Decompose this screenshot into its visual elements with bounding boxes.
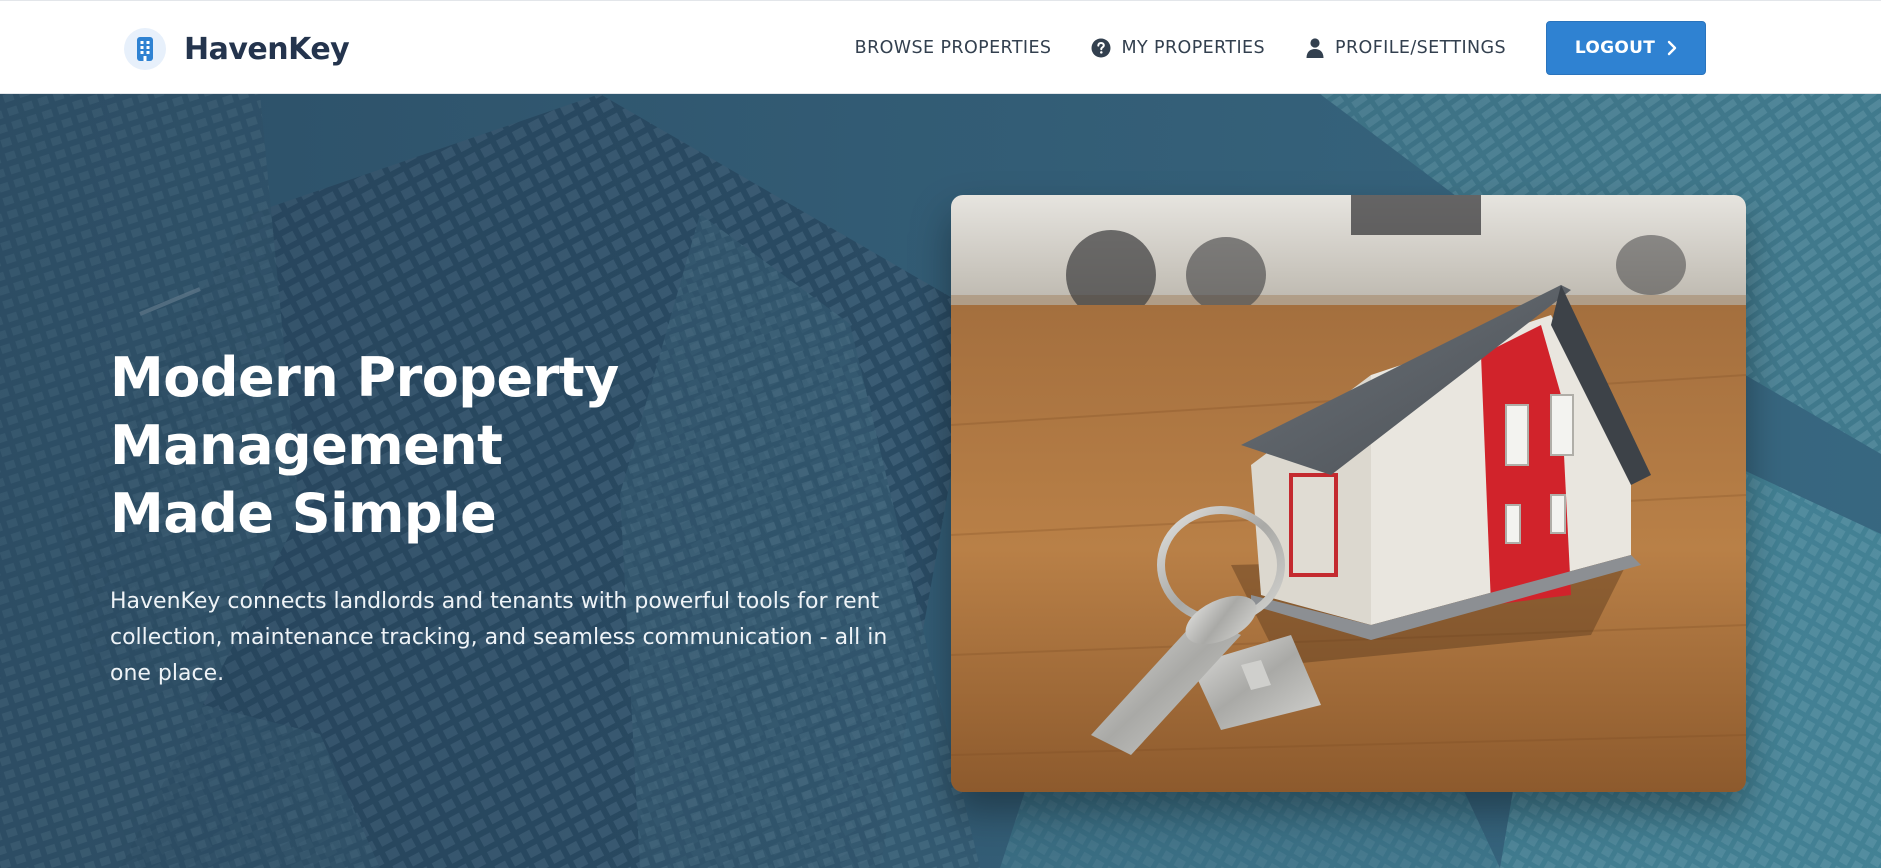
brand-name: HavenKey xyxy=(184,31,350,67)
building-icon xyxy=(124,28,166,70)
nav-profile-settings[interactable]: PROFILE/SETTINGS xyxy=(1305,38,1506,58)
nav-browse-properties[interactable]: BROWSE PROPERTIES xyxy=(855,38,1052,58)
nav-label-profile-settings: PROFILE/SETTINGS xyxy=(1335,38,1506,58)
question-circle-icon xyxy=(1091,38,1111,58)
hero-title: Modern Property Management Made Simple xyxy=(110,344,950,548)
hero-title-line-1: Modern Property Management xyxy=(110,346,619,477)
nav-my-properties[interactable]: MY PROPERTIES xyxy=(1091,38,1265,58)
hero-description: HavenKey connects landlords and tenants … xyxy=(110,589,888,686)
hero-text-block: Modern Property Management Made Simple H… xyxy=(110,344,950,692)
hero-section: Modern Property Management Made Simple H… xyxy=(0,94,1881,868)
logout-button[interactable]: LOGOUT xyxy=(1546,21,1706,75)
nav-label-my-properties: MY PROPERTIES xyxy=(1121,38,1266,58)
hero-title-line-2: Made Simple xyxy=(110,482,497,545)
main-nav: BROWSE PROPERTIES MY PROPERTIES PROFILE/… xyxy=(855,21,1706,75)
logout-label: LOGOUT xyxy=(1574,38,1656,58)
user-icon xyxy=(1305,38,1325,58)
chevron-right-icon xyxy=(1667,40,1677,56)
nav-label-browse-properties: BROWSE PROPERTIES xyxy=(854,38,1052,58)
brand-logo[interactable]: HavenKey xyxy=(124,27,350,71)
navbar: HavenKey BROWSE PROPERTIES MY PROPERTIES xyxy=(0,0,1881,94)
house-with-keys-image xyxy=(951,195,1746,792)
